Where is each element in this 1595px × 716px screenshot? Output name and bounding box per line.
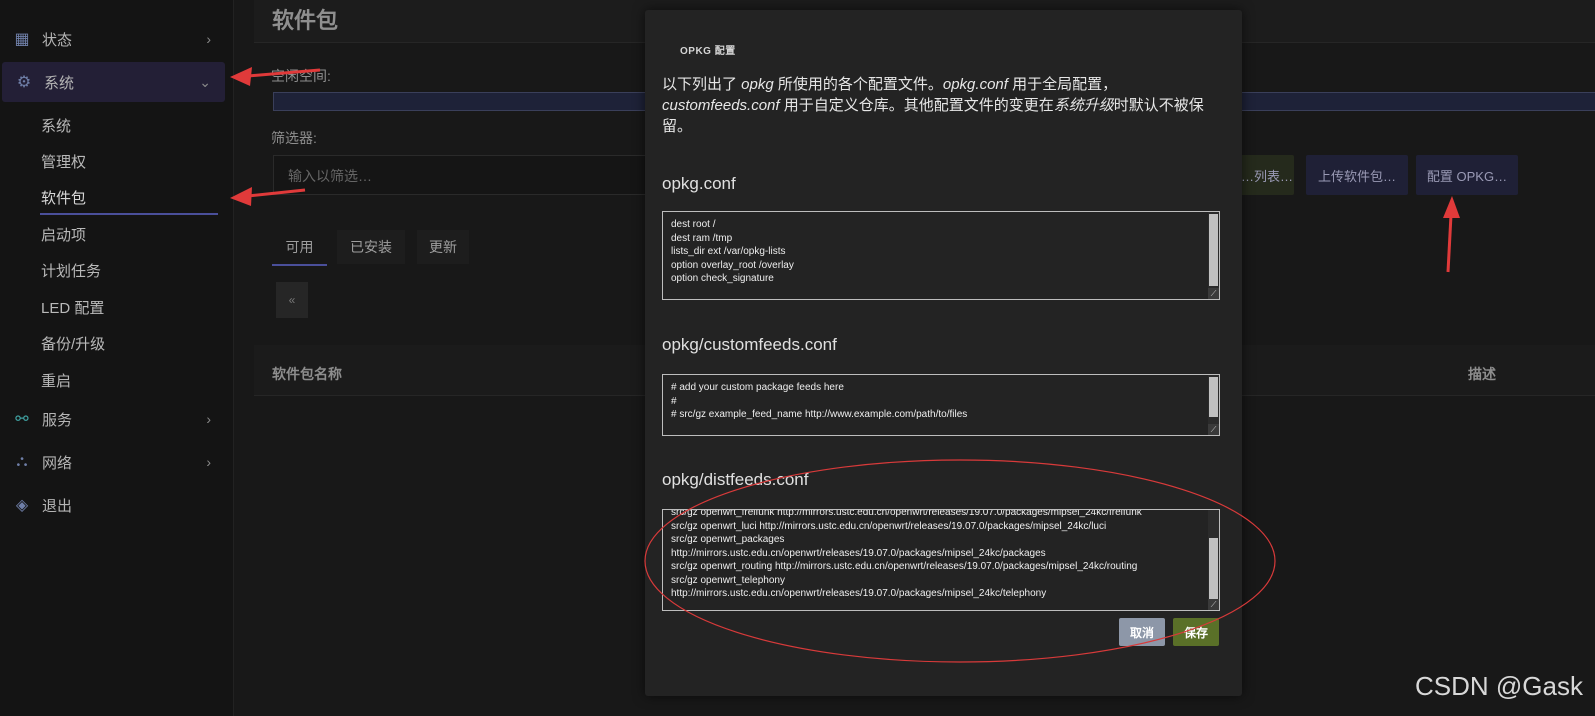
desc-text: 用于自定义仓库。其他配置文件的变更在 — [779, 97, 1054, 114]
desc-emphasis: opkg — [741, 76, 774, 93]
sidebar: ▦ 状态 › ⚙ 系统 ⌄ 系统 管理权 软件包 启动项 计划任务 LED 配置… — [0, 0, 234, 716]
sidebar-item-cron[interactable]: 计划任务 — [41, 260, 101, 281]
cancel-button[interactable]: 取消 — [1119, 618, 1165, 646]
active-underline — [40, 213, 218, 215]
menu-system-label: 系统 — [44, 74, 75, 92]
desc-text: 用于全局配置， — [1007, 76, 1118, 93]
services-icon: ⚯ — [15, 411, 29, 428]
page-title: 软件包 — [272, 8, 339, 33]
desc-text: 所使用的各个配置文件。 — [773, 76, 943, 93]
sidebar-item-admin[interactable]: 管理权 — [41, 151, 86, 172]
tab-available[interactable]: 可用 — [272, 230, 327, 266]
chevron-down-icon: ⌄ — [199, 73, 211, 90]
menu-logout[interactable]: ◈ 退出 — [0, 485, 225, 525]
section-title-customfeeds: opkg/customfeeds.conf — [662, 335, 837, 354]
free-space-label: 空闲空间: — [271, 68, 331, 84]
sidebar-item-software[interactable]: 软件包 — [41, 187, 86, 208]
tab-installed[interactable]: 已安装 — [337, 230, 405, 264]
pager-prev-button[interactable]: « — [276, 282, 308, 318]
distfeeds-content: src/gz openwrt_freifunk http://mirrors.u… — [671, 509, 1142, 599]
resize-grip-icon[interactable]: ⟋ — [1208, 424, 1219, 435]
menu-status-label: 状态 — [42, 31, 73, 49]
opkg-conf-textarea[interactable]: dest root / dest ram /tmp lists_dir ext … — [662, 211, 1220, 300]
network-icon: ⛬ — [16, 453, 28, 470]
desc-emphasis: opkg.conf — [942, 76, 1008, 93]
chevron-right-icon: › — [206, 31, 211, 47]
col-description: 描述 — [1468, 366, 1496, 382]
resize-grip-icon[interactable]: ⟋ — [1208, 288, 1219, 299]
logout-icon: ◈ — [15, 497, 29, 514]
menu-network-label: 网络 — [42, 454, 73, 472]
menu-status[interactable]: ▦ 状态 › — [0, 19, 225, 59]
distfeeds-textarea[interactable]: src/gz openwrt_freifunk http://mirrors.u… — [662, 509, 1220, 611]
chevron-right-icon: › — [206, 454, 211, 470]
scrollbar-thumb[interactable] — [1209, 377, 1218, 417]
menu-system[interactable]: ⚙ 系统 ⌄ — [2, 62, 225, 102]
filter-label: 筛选器: — [271, 130, 317, 146]
opkg-config-modal: OPKG 配置 以下列出了 opkg 所使用的各个配置文件。opkg.conf … — [645, 10, 1242, 696]
customfeeds-textarea[interactable]: # add your custom package feeds here # #… — [662, 374, 1220, 436]
scrollbar-thumb[interactable] — [1209, 214, 1218, 286]
sidebar-item-led[interactable]: LED 配置 — [41, 297, 104, 318]
scrollbar[interactable] — [1208, 212, 1219, 299]
tab-updates[interactable]: 更新 — [417, 230, 469, 264]
watermark: CSDN @Gask — [1415, 671, 1583, 701]
menu-network[interactable]: ⛬ 网络 › — [0, 442, 225, 482]
scrollbar[interactable] — [1208, 510, 1219, 610]
opkg-conf-content: dest root / dest ram /tmp lists_dir ext … — [671, 219, 794, 284]
sidebar-item-startup[interactable]: 启动项 — [41, 224, 86, 245]
configure-opkg-button[interactable]: 配置 OPKG… — [1416, 155, 1518, 195]
save-button[interactable]: 保存 — [1173, 618, 1219, 646]
dashboard-icon: ▦ — [14, 31, 30, 48]
section-title-distfeeds: opkg/distfeeds.conf — [662, 470, 809, 489]
desc-emphasis: 系统升级 — [1053, 97, 1114, 114]
resize-grip-icon[interactable]: ⟋ — [1208, 599, 1219, 610]
menu-services-label: 服务 — [42, 411, 73, 429]
scrollbar-thumb[interactable] — [1209, 538, 1218, 600]
desc-emphasis: customfeeds.conf — [662, 97, 780, 114]
upload-package-button[interactable]: 上传软件包… — [1306, 155, 1408, 195]
desc-text: 以下列出了 — [662, 76, 742, 93]
update-lists-button[interactable]: …列表… — [1240, 155, 1294, 195]
section-title-opkg-conf: opkg.conf — [662, 174, 736, 193]
filter-input[interactable]: 输入以筛选… — [273, 155, 653, 195]
chevron-right-icon: › — [206, 411, 211, 427]
customfeeds-content: # add your custom package feeds here # #… — [671, 382, 968, 420]
sidebar-item-backup[interactable]: 备份/升级 — [41, 333, 105, 354]
gear-icon: ⚙ — [16, 74, 32, 91]
modal-description: 以下列出了 opkg 所使用的各个配置文件。opkg.conf 用于全局配置， c… — [662, 74, 1222, 137]
col-package-name: 软件包名称 — [272, 366, 342, 382]
sidebar-item-reboot[interactable]: 重启 — [41, 370, 71, 391]
menu-services[interactable]: ⚯ 服务 › — [0, 399, 225, 439]
sidebar-item-system[interactable]: 系统 — [41, 115, 71, 136]
menu-logout-label: 退出 — [42, 497, 73, 515]
modal-title: OPKG 配置 — [680, 46, 736, 57]
